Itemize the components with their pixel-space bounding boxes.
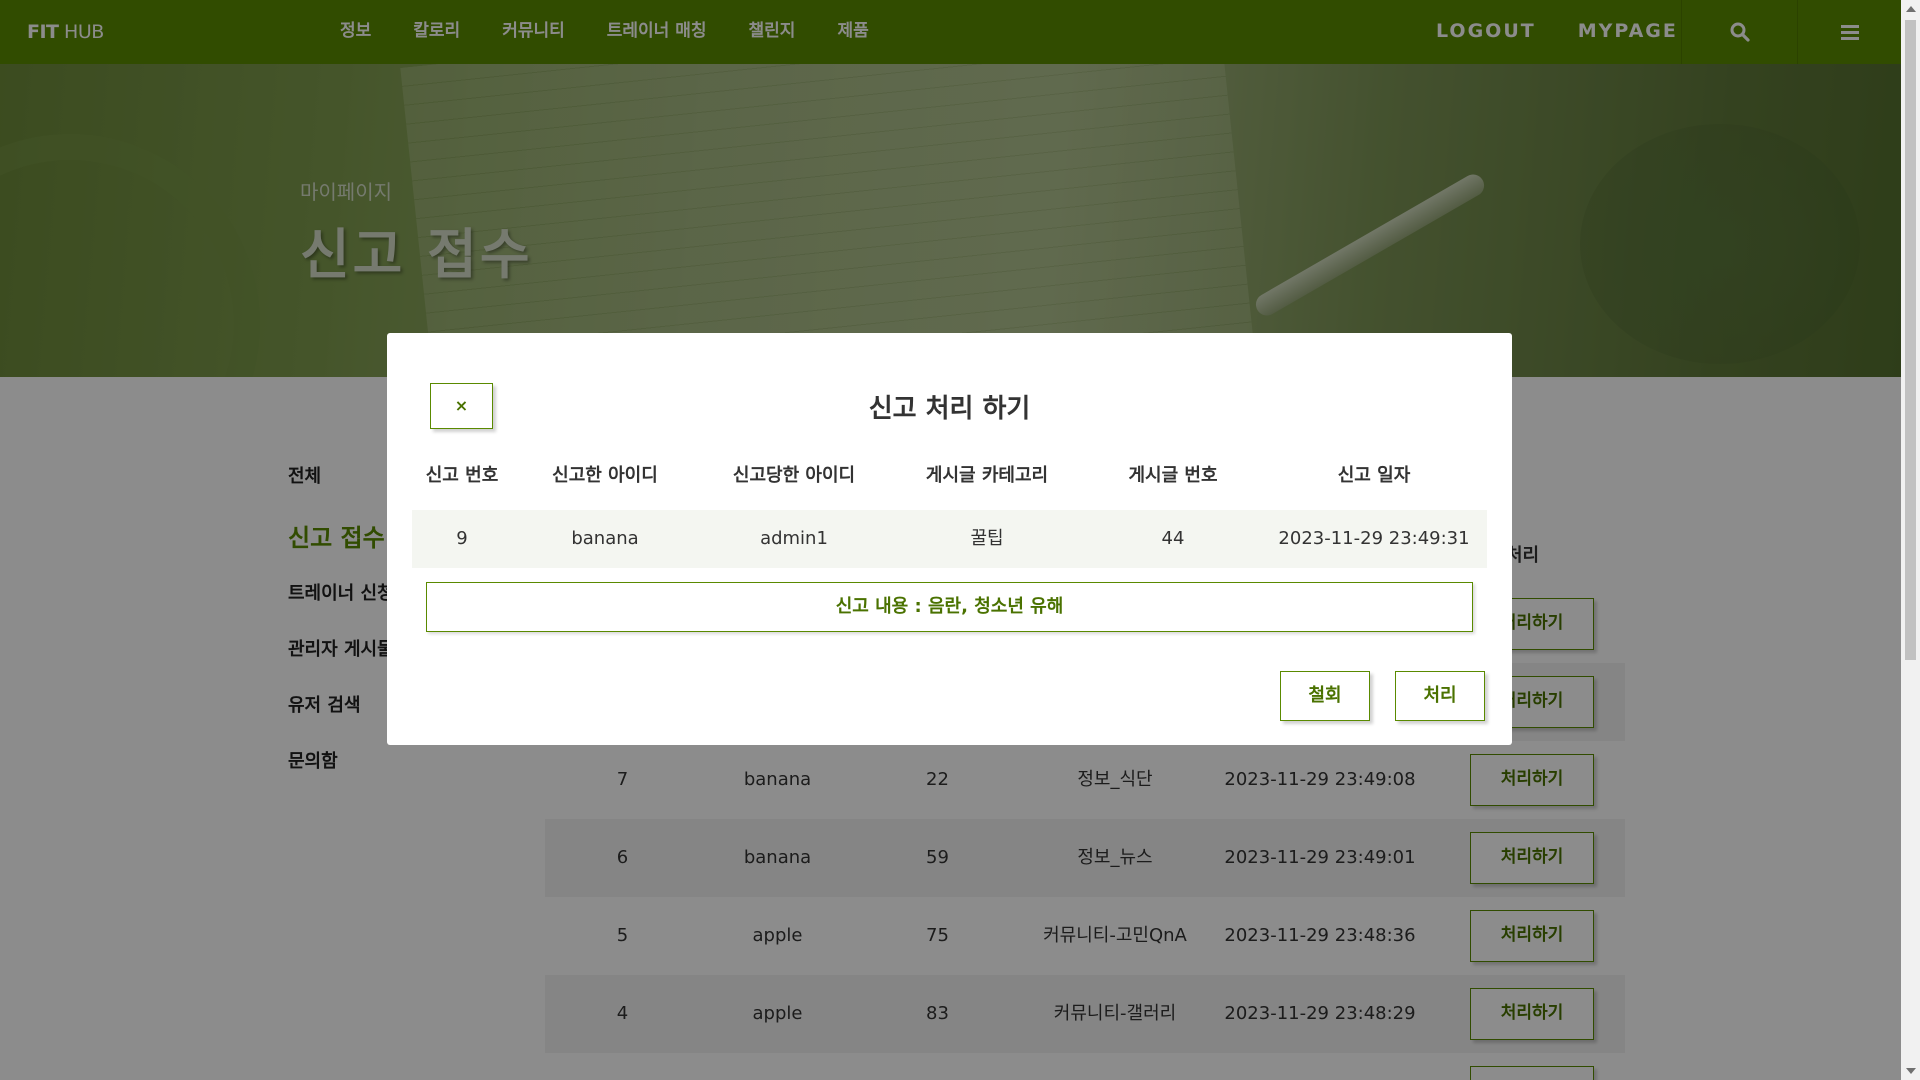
scrollbar-thumb[interactable] [1905, 20, 1916, 660]
modal-table-row: 9 banana admin1 꿀팁 44 2023-11-29 23:49:3… [412, 510, 1487, 568]
report-content: 신고 내용 : 음란, 청소년 유해 [426, 582, 1473, 632]
withdraw-button[interactable]: 철회 [1280, 671, 1370, 721]
header-post-no: 게시글 번호 [1128, 465, 1218, 486]
page-scrollbar[interactable] [1901, 0, 1920, 1080]
cell-reporter-id: banana [571, 528, 639, 549]
header-report-date: 신고 일자 [1337, 465, 1411, 486]
header-reporter-id: 신고한 아이디 [552, 465, 658, 486]
process-button[interactable]: 처리 [1395, 671, 1485, 721]
scroll-down-arrow-icon[interactable] [1906, 1068, 1916, 1074]
cell-post-no: 44 [1161, 528, 1185, 549]
cell-reported-id: admin1 [760, 528, 828, 549]
header-report-no: 신고 번호 [425, 465, 499, 486]
cell-report-no: 9 [456, 528, 468, 549]
cell-post-category: 꿀팁 [970, 528, 1004, 549]
header-reported-id: 신고당한 아이디 [732, 465, 856, 486]
scroll-up-arrow-icon[interactable] [1906, 6, 1916, 12]
modal-table-header: 신고 번호 신고한 아이디 신고당한 아이디 게시글 카테고리 게시글 번호 신… [412, 461, 1487, 495]
modal-title: 신고 처리 하기 [868, 394, 1031, 424]
header-post-category: 게시글 카테고리 [925, 465, 1049, 486]
cell-report-date: 2023-11-29 23:49:31 [1278, 528, 1470, 549]
report-process-modal: × 신고 처리 하기 신고 번호 신고한 아이디 신고당한 아이디 게시글 카테… [387, 333, 1512, 745]
